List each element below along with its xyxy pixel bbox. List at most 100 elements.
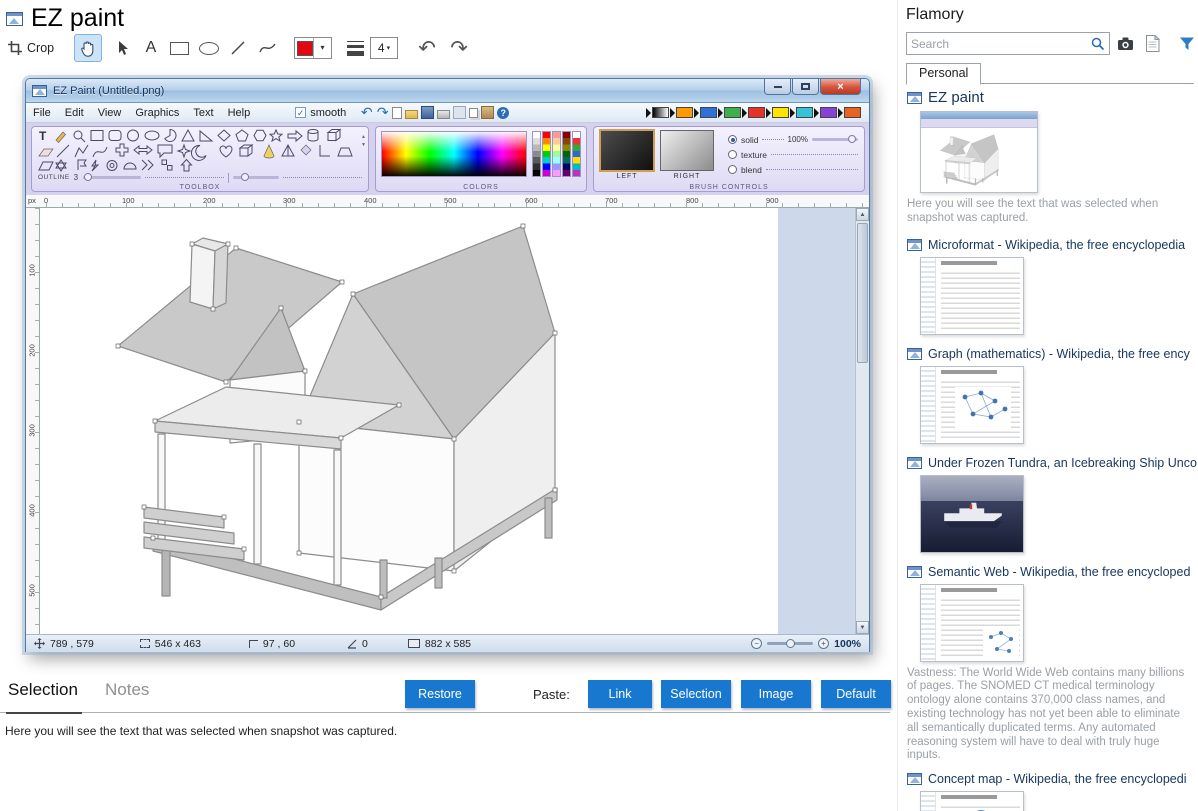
menu-edit[interactable]: Edit [58,107,91,119]
rotation-angle: 0 [347,638,368,650]
maximize-button[interactable] [792,79,819,95]
snapshot-viewer[interactable]: EZ Paint (Untitled.png) × File Edit View… [25,78,870,652]
snapshot-icon [907,773,922,785]
redo-button[interactable]: ↷ [446,33,472,63]
snapshot-thumbnail[interactable] [920,584,1024,662]
corner-icon [249,640,258,648]
opacity-slider[interactable] [812,138,858,141]
snapshot-title[interactable]: Under Frozen Tundra, an Icebreaking Ship… [907,456,1197,470]
freehand-tool-button[interactable] [254,33,280,63]
house-drawing [40,208,778,634]
tab-selection[interactable]: Selection [8,680,78,713]
snapshot-title[interactable]: Semantic Web - Wikipedia, the free encyc… [907,565,1197,579]
toolbox-scroll-arrows[interactable]: ▲▼ [361,135,366,148]
snapshot-title[interactable]: Microformat - Wikipedia, the free encycl… [907,238,1197,252]
undo-button[interactable]: ↶ [414,33,440,63]
ellipse-tool-button[interactable] [196,33,222,63]
zoom-in-icon[interactable]: + [818,638,829,649]
text-tool-button[interactable]: A [140,33,162,63]
copy-icon[interactable] [469,108,478,118]
snapshot-thumbnail[interactable] [920,111,1038,193]
filter-button[interactable] [1176,33,1198,55]
redo-icon[interactable]: ↷ [376,106,389,119]
stroke-size-dropdown[interactable]: 4 ▾ [370,37,398,59]
line-tool-button[interactable] [226,33,250,63]
crop-button[interactable]: Crop [8,33,54,63]
brush-controls-panel: LEFT RIGHT solid 100% [593,126,865,192]
scrollbar-thumb[interactable] [857,223,868,363]
colors-panel[interactable]: COLORS [375,126,587,192]
help-icon[interactable]: ? [497,107,509,119]
snapshot-thumbnail[interactable] [920,475,1024,553]
cut-icon[interactable] [453,106,466,119]
radio-solid[interactable]: solid 100% [728,132,858,147]
zoom-slider[interactable] [767,642,813,645]
snapshot-title[interactable]: Graph (mathematics) - Wikipedia, the fre… [907,347,1197,361]
palette-strips[interactable] [645,107,861,118]
select-tool-button[interactable] [110,33,134,63]
colors-label: COLORS [376,184,586,191]
vertical-scrollbar[interactable]: ▲ ▼ [855,208,869,634]
camera-button[interactable] [1115,33,1137,55]
radio-blend[interactable]: blend [728,162,858,177]
outline-slider-row[interactable]: OUTLINE 3 [38,171,362,184]
search-icon[interactable] [1091,37,1105,51]
scroll-up-icon[interactable]: ▲ [856,208,869,221]
snapshot-thumbnail[interactable] [920,366,1024,444]
menu-file[interactable]: File [26,107,58,119]
tab-personal[interactable]: Personal [906,63,981,85]
secondary-slider[interactable] [233,176,279,179]
bottom-panel: Selection Notes Restore Paste: Link Sele… [0,676,897,811]
snapshot-title[interactable]: EZ paint [907,89,1197,106]
list-item: Microformat - Wikipedia, the free encycl… [906,238,1198,335]
paste-image-button[interactable]: Image [741,680,811,708]
move-icon [34,638,45,649]
rectangle-tool-button[interactable] [166,33,192,63]
cursor-icon [115,40,130,56]
close-button[interactable]: × [820,79,861,95]
toolbox-shapes[interactable]: T [36,128,356,172]
concept-map-doodle [951,808,1011,811]
paste-link-button[interactable]: Link [588,680,652,708]
color-swatches[interactable] [532,131,581,177]
open-file-icon[interactable] [405,110,418,119]
restore-button[interactable]: Restore [405,680,475,708]
checkmark-icon: ✓ [295,107,306,118]
snapshot-thumbnail[interactable] [920,791,1024,811]
paste-selection-button[interactable]: Selection [661,680,731,708]
drawing-canvas[interactable] [40,208,778,634]
new-note-button[interactable] [1142,33,1164,55]
outline-slider[interactable] [83,176,141,179]
menu-view[interactable]: View [91,107,129,119]
color-spectrum[interactable] [381,131,527,177]
toolbox-panel[interactable]: T [31,126,369,192]
snapshot-thumbnail[interactable] [920,257,1024,335]
left-brush-swatch[interactable]: LEFT [600,130,654,180]
new-file-icon[interactable] [392,107,402,119]
svg-text:T: T [39,129,47,143]
scroll-down-icon[interactable]: ▼ [856,621,869,634]
paste-default-button[interactable]: Default [821,680,891,708]
search-box[interactable] [906,32,1110,55]
menu-graphics[interactable]: Graphics [128,107,186,119]
tab-notes[interactable]: Notes [105,680,149,713]
brush-controls-label: BRUSH CONTROLS [594,184,864,191]
radio-icon [728,135,737,144]
undo-icon[interactable]: ↶ [360,106,373,119]
smooth-checkbox[interactable]: ✓ smooth [295,107,346,119]
save-icon[interactable] [421,106,434,119]
zoom-out-icon[interactable]: − [751,638,762,649]
line-icon [230,40,246,56]
print-icon[interactable] [437,110,450,119]
minimize-button[interactable] [764,79,791,95]
line-width-button[interactable] [344,33,366,63]
right-brush-swatch[interactable]: RIGHT [660,130,714,180]
color-picker-dropdown[interactable]: ▾ [294,37,332,59]
menu-text[interactable]: Text [186,107,220,119]
hand-tool-button[interactable] [74,34,102,62]
snapshot-title[interactable]: Concept map - Wikipedia, the free encycl… [907,772,1197,786]
menu-help[interactable]: Help [221,107,258,119]
search-input[interactable] [911,37,1091,51]
radio-texture[interactable]: texture [728,147,858,162]
paste-icon[interactable] [481,106,494,119]
